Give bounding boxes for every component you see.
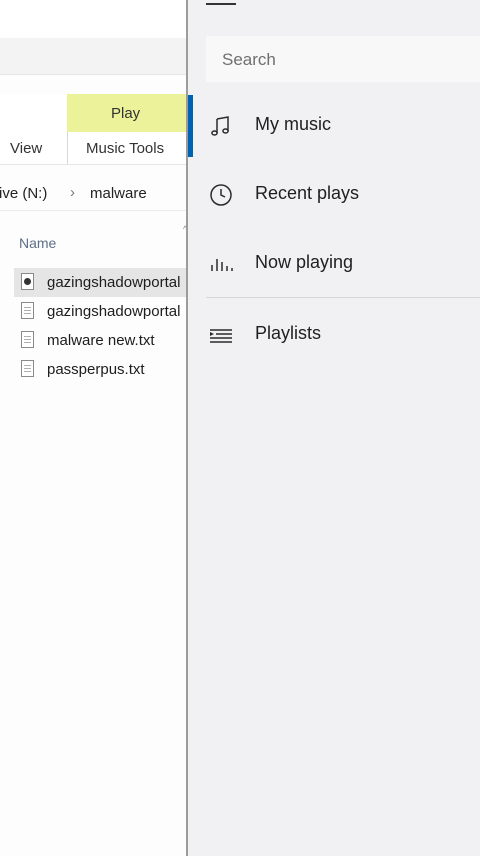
playlist-icon bbox=[210, 329, 232, 343]
breadcrumb: rive (N:) › malware bbox=[0, 176, 188, 211]
column-header-name[interactable]: Name bbox=[19, 235, 56, 251]
nav-item-recent-plays[interactable]: Recent plays bbox=[188, 168, 480, 220]
nav-divider bbox=[206, 297, 480, 298]
file-row[interactable]: malware new.txt bbox=[14, 326, 188, 355]
tab-music-tools-label: Music Tools bbox=[86, 140, 165, 157]
music-note-icon bbox=[211, 116, 229, 136]
breadcrumb-folder[interactable]: malware bbox=[90, 185, 147, 202]
file-name: gazingshadowportal bbox=[47, 303, 181, 320]
contextual-group-header: Play bbox=[67, 94, 188, 132]
clock-icon bbox=[210, 184, 232, 206]
equalizer-icon bbox=[211, 259, 233, 271]
music-app-nav-pane: Search My music Recent plays Now playing bbox=[186, 0, 480, 856]
contextual-group-label: Play bbox=[111, 105, 141, 122]
explorer-toolbar-strip bbox=[0, 38, 188, 75]
text-file-icon bbox=[21, 302, 34, 319]
breadcrumb-drive[interactable]: rive (N:) bbox=[0, 185, 47, 202]
file-row[interactable]: gazingshadowportal bbox=[14, 268, 188, 297]
nav-item-label: Now playing bbox=[255, 252, 354, 272]
audio-file-icon bbox=[21, 273, 34, 290]
nav-item-now-playing[interactable]: Now playing bbox=[188, 237, 480, 289]
file-name: gazingshadowportal bbox=[47, 274, 181, 291]
nav-item-playlists[interactable]: Playlists bbox=[188, 308, 480, 360]
explorer-title-bar bbox=[0, 0, 188, 38]
text-file-icon bbox=[21, 331, 34, 348]
nav-item-label: Recent plays bbox=[255, 183, 360, 203]
file-row[interactable]: gazingshadowportal bbox=[14, 297, 188, 326]
hamburger-menu-icon[interactable] bbox=[206, 3, 236, 5]
nav-item-label: My music bbox=[255, 114, 331, 134]
chevron-right-icon[interactable]: › bbox=[70, 184, 75, 201]
file-name: malware new.txt bbox=[47, 332, 155, 349]
nav-item-my-music[interactable]: My music bbox=[188, 99, 480, 151]
file-explorer-window: View Play Music Tools rive (N:) › malwar… bbox=[0, 0, 188, 856]
file-row[interactable]: passperpus.txt bbox=[14, 355, 188, 384]
explorer-ribbon: View Play Music Tools bbox=[0, 94, 188, 165]
search-input[interactable]: Search bbox=[206, 36, 480, 82]
search-placeholder: Search bbox=[222, 50, 276, 69]
tab-music-tools[interactable]: Music Tools bbox=[67, 132, 189, 164]
file-list: gazingshadowportal gazingshadowportal ma… bbox=[14, 268, 188, 384]
file-name: passperpus.txt bbox=[47, 361, 145, 378]
text-file-icon bbox=[21, 360, 34, 377]
tab-view[interactable]: View bbox=[10, 140, 42, 157]
nav-item-label: Playlists bbox=[255, 323, 322, 343]
contextual-tab-group: Play Music Tools bbox=[67, 94, 188, 164]
